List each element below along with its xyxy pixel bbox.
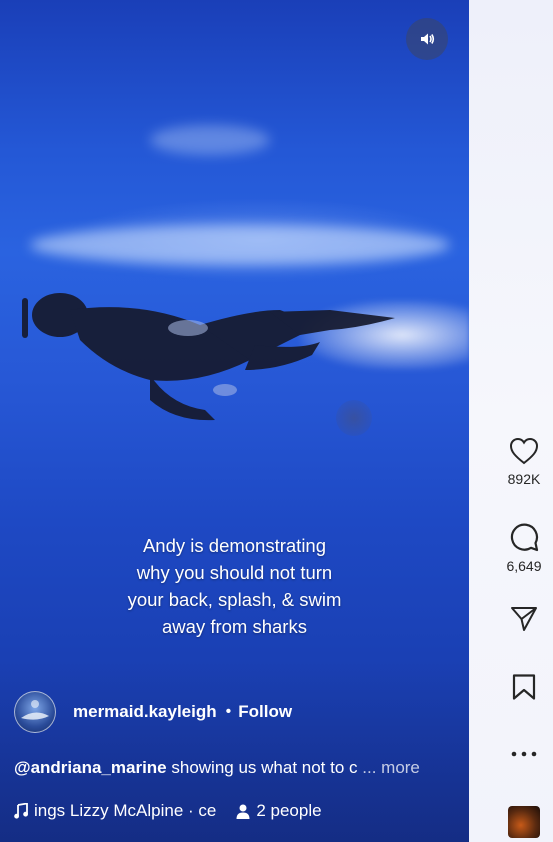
- overlay-line: away from sharks: [162, 616, 307, 637]
- music-note-icon: [14, 803, 28, 819]
- caption-text: showing us what not to c: [166, 758, 358, 777]
- avatar[interactable]: [14, 691, 56, 733]
- comment-action: 6,649: [499, 522, 549, 574]
- follow-button[interactable]: Follow: [238, 702, 292, 722]
- audio-track-link[interactable]: ings Lizzy McAlpine · ce: [34, 801, 216, 821]
- water-surface-glint: [150, 125, 270, 155]
- caption-mention[interactable]: @andriana_marine: [14, 758, 167, 777]
- overlay-line: your back, splash, & swim: [127, 589, 342, 610]
- audio-thumbnail[interactable]: [508, 806, 540, 838]
- person-icon: [236, 804, 250, 819]
- save-action: [499, 674, 549, 700]
- speaker-icon: [421, 33, 435, 45]
- send-icon[interactable]: [510, 606, 538, 632]
- author-row: mermaid.kayleigh • Follow: [14, 691, 292, 733]
- sound-toggle-button[interactable]: [406, 18, 448, 60]
- like-action: 892K: [499, 437, 549, 487]
- more-dots-icon[interactable]: [511, 750, 537, 758]
- like-count: 892K: [507, 471, 541, 487]
- share-action: [499, 606, 549, 632]
- post-caption: @andriana_marine showing us what not to …: [14, 758, 444, 778]
- overlay-line: why you should not turn: [136, 562, 333, 583]
- more-link[interactable]: ... more: [362, 758, 420, 777]
- separator-dot: •: [225, 703, 232, 720]
- audio-row: ings Lizzy McAlpine · ce 2 people: [14, 801, 322, 821]
- comment-icon[interactable]: [509, 522, 539, 552]
- video-overlay-caption: Andy is demonstrating why you should not…: [0, 532, 469, 640]
- avatar-image: [21, 700, 49, 720]
- overlay-line: Andy is demonstrating: [142, 535, 327, 556]
- heart-icon[interactable]: [509, 437, 539, 465]
- comment-count: 6,649: [506, 558, 542, 574]
- author-username[interactable]: mermaid.kayleigh: [73, 702, 217, 722]
- tagged-people-link[interactable]: 2 people: [256, 801, 321, 821]
- reel-video[interactable]: Andy is demonstrating why you should not…: [0, 0, 469, 842]
- more-options-action: [499, 750, 549, 758]
- bookmark-icon[interactable]: [512, 674, 536, 700]
- diver-silhouette: [22, 293, 395, 421]
